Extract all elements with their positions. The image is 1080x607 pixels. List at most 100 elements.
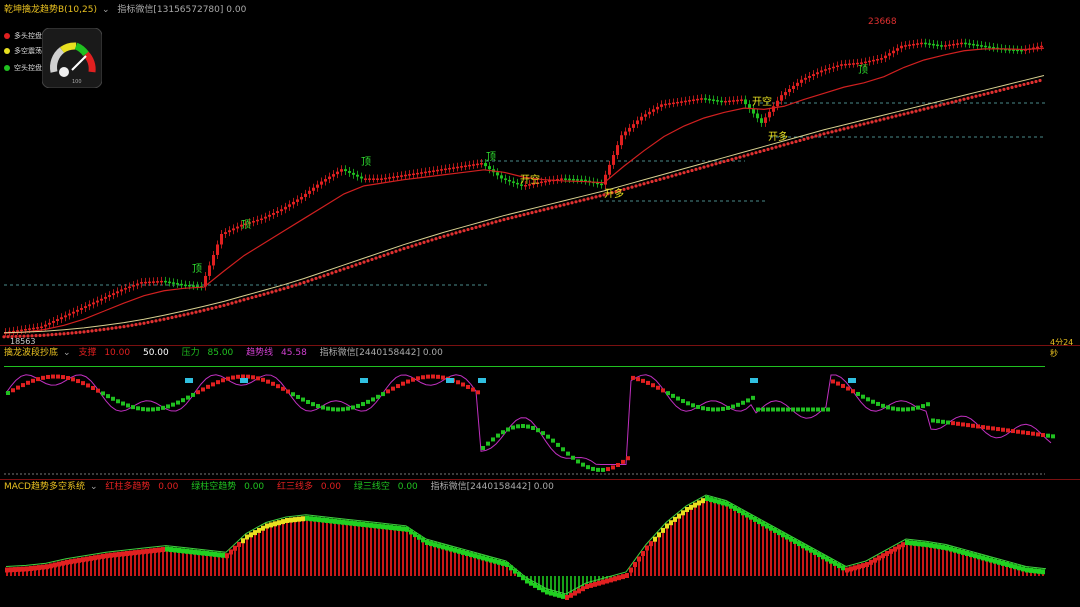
- dropdown-arrow-icon[interactable]: ⌄: [63, 348, 71, 358]
- candle: [428, 171, 431, 173]
- trend-dot: [886, 116, 890, 120]
- candle: [636, 120, 639, 125]
- osc-block: [366, 399, 370, 404]
- candle: [704, 98, 707, 100]
- macd-block: [257, 527, 261, 533]
- candle: [484, 163, 487, 167]
- macd-block: [581, 586, 585, 592]
- candle: [972, 43, 975, 46]
- osc-block: [371, 397, 375, 402]
- trend-dot: [374, 256, 378, 260]
- osc-block: [156, 406, 160, 411]
- candle: [828, 68, 831, 70]
- macd-bar: [310, 519, 312, 576]
- macd-block: [169, 547, 173, 553]
- osc-block: [786, 407, 790, 412]
- candle: [752, 108, 755, 114]
- candle: [72, 311, 75, 314]
- candle: [804, 77, 807, 80]
- trend-dot: [642, 182, 646, 186]
- osc-block: [886, 405, 890, 410]
- macd-block: [69, 559, 73, 565]
- candle: [468, 164, 471, 167]
- candle: [1036, 46, 1039, 49]
- osc-block: [971, 423, 975, 428]
- macd-bar: [454, 550, 456, 576]
- macd-block: [333, 518, 337, 524]
- candle: [708, 98, 711, 101]
- trend-dot: [326, 272, 330, 276]
- trend-dot: [942, 102, 946, 106]
- macd-bar: [370, 525, 372, 576]
- osc-block: [101, 391, 105, 396]
- trend-dot: [210, 306, 214, 310]
- candle: [688, 100, 691, 102]
- macd-block: [1001, 560, 1005, 566]
- macd-bar: [302, 519, 304, 576]
- candle: [696, 98, 699, 101]
- candle: [48, 322, 51, 325]
- macd-bar: [794, 541, 796, 576]
- trend-dot: [754, 151, 758, 155]
- sub2-indicator-name[interactable]: MACD趋势多空系统: [4, 482, 85, 492]
- macd-block: [825, 556, 829, 562]
- macd-bar: [142, 552, 144, 576]
- macd-block: [829, 558, 833, 564]
- osc-block: [196, 390, 200, 395]
- macd-bar: [686, 510, 688, 576]
- candle: [660, 104, 663, 107]
- macd-block: [909, 540, 913, 546]
- dropdown-arrow-icon[interactable]: ⌄: [90, 482, 98, 492]
- candle: [876, 58, 879, 61]
- osc-block: [901, 407, 905, 412]
- candle: [584, 179, 587, 182]
- trend-dot: [738, 155, 742, 159]
- macd-block: [657, 532, 661, 538]
- macd-block: [905, 540, 909, 545]
- macd-block: [133, 550, 137, 556]
- macd-bar: [470, 555, 472, 576]
- trend-dot: [478, 224, 482, 228]
- osc-block: [1016, 429, 1020, 434]
- candle: [692, 99, 695, 101]
- macd-block: [549, 590, 553, 596]
- osc-block: [31, 378, 35, 383]
- osc-block: [336, 407, 340, 412]
- macd-bar: [426, 543, 428, 576]
- trend-dot: [1026, 81, 1030, 86]
- trend-dot: [638, 183, 642, 187]
- sub1-indicator-name[interactable]: 擒龙波段抄底: [4, 348, 58, 358]
- macd-block: [929, 542, 933, 548]
- macd-block: [869, 559, 873, 565]
- trend-dot: [902, 112, 906, 116]
- trend-dot: [202, 308, 206, 312]
- macd-block: [425, 540, 429, 545]
- trend-dot: [418, 242, 422, 246]
- macd-bar: [486, 559, 488, 576]
- price-chart[interactable]: 顶顶顶 顶开空开多开空开多顶: [0, 0, 1080, 607]
- macd-block: [629, 567, 633, 573]
- macd-bar: [662, 530, 664, 576]
- macd-block: [517, 571, 521, 577]
- trend-dot: [726, 158, 730, 163]
- macd-bar: [202, 553, 204, 576]
- osc-block: [861, 394, 865, 399]
- trend-dot: [810, 135, 814, 139]
- macd-bar: [918, 544, 920, 576]
- trend-dot: [866, 121, 870, 125]
- macd-block: [857, 564, 861, 570]
- osc-block: [736, 402, 740, 407]
- macd-block: [525, 578, 529, 584]
- macd-block: [293, 517, 297, 523]
- osc-block: [421, 375, 425, 380]
- candle: [128, 286, 131, 289]
- macd-bar: [754, 519, 756, 576]
- trend-dot: [914, 109, 918, 113]
- osc-block: [536, 428, 540, 433]
- trend-dot: [346, 265, 350, 270]
- macd-block: [933, 543, 937, 549]
- candle: [820, 70, 823, 73]
- candle: [140, 282, 143, 284]
- macd-bar: [234, 548, 236, 576]
- osc-block: [526, 424, 530, 429]
